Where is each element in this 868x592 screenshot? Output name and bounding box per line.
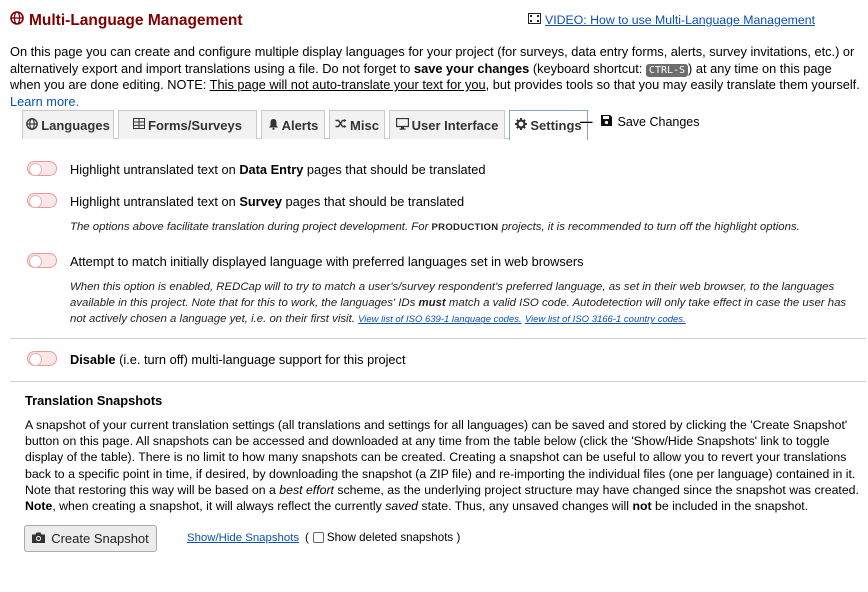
- iso-3166-link[interactable]: View list of ISO 3166-1 country codes.: [525, 314, 686, 325]
- gear-icon: [515, 118, 528, 133]
- tab-settings[interactable]: Settings: [509, 110, 588, 140]
- create-snapshot-label: Create Snapshot: [51, 531, 149, 546]
- tab-label: Misc: [350, 117, 379, 133]
- tab-label: Languages: [41, 117, 110, 133]
- option-text: (i.e. turn off) multi-language support f…: [115, 352, 406, 367]
- intro-paragraph: On this page you can create and configur…: [10, 44, 862, 110]
- show-deleted-label[interactable]: Show deleted snapshots: [327, 531, 453, 544]
- option-bold: Survey: [239, 194, 282, 209]
- tab-forms-surveys[interactable]: Forms/Surveys: [118, 110, 257, 139]
- save-changes-label: Save Changes: [617, 115, 700, 129]
- intro-note-underline: This page will not auto-translate your t…: [209, 77, 486, 92]
- toggle-highlight-survey[interactable]: [27, 193, 57, 208]
- shuffle-icon: [335, 118, 347, 132]
- tab-misc[interactable]: Misc: [329, 110, 385, 139]
- video-link[interactable]: VIDEO: How to use Multi-Language Managem…: [528, 13, 815, 27]
- note-bold: must: [418, 297, 446, 310]
- paren-close: ): [453, 531, 461, 544]
- option-highlight-survey: Highlight untranslated text on Survey pa…: [70, 194, 464, 209]
- browser-language-note: When this option is enabled, REDCap will…: [70, 279, 864, 329]
- tab-label: Settings: [530, 118, 582, 133]
- video-link-text[interactable]: VIDEO: How to use Multi-Language Managem…: [545, 13, 815, 27]
- divider: [10, 338, 866, 339]
- option-browser-language: Attempt to match initially displayed lan…: [70, 254, 584, 269]
- floppy-icon: [600, 115, 612, 129]
- save-changes-button[interactable]: — Save Changes: [580, 115, 700, 129]
- tab-label: User Interface: [411, 117, 499, 133]
- show-deleted-checkbox[interactable]: [312, 532, 324, 543]
- snapshots-text: state. Thus, any unsaved changes will: [418, 499, 633, 514]
- option-text: pages that should be translated: [282, 194, 465, 209]
- paren-open: (: [305, 531, 309, 544]
- iso-639-link[interactable]: View list of ISO 639-1 language codes.: [358, 314, 522, 325]
- intro-text: , but provides tools so that you may eas…: [485, 77, 860, 92]
- shortcut-badge: CTRL-S: [645, 63, 689, 77]
- tab-languages[interactable]: Languages: [22, 110, 114, 139]
- option-text: pages that should be translated: [303, 162, 486, 177]
- camera-icon: [32, 531, 46, 546]
- snapshots-italic: best effort: [279, 482, 334, 497]
- globe-icon: [26, 117, 39, 133]
- intro-save-bold: save your changes: [414, 60, 530, 76]
- option-disable-mlm: Disable (i.e. turn off) multi-language s…: [70, 352, 406, 367]
- snapshots-italic: saved: [385, 499, 419, 514]
- snapshots-text: , when creating a snapshot, it will alwa…: [52, 499, 386, 514]
- separator-dash: —: [580, 115, 593, 129]
- option-bold: Disable: [70, 352, 116, 367]
- note-text: projects, it is recommended to turn off …: [498, 221, 800, 233]
- toggle-disable-mlm[interactable]: [27, 351, 57, 366]
- page-title: Multi-Language Management: [10, 11, 243, 30]
- snapshots-bold: Note: [25, 499, 53, 514]
- tab-label: Forms/Surveys: [148, 117, 242, 133]
- note-text: The options above facilitate translation…: [70, 221, 432, 233]
- show-hide-snapshots-link[interactable]: Show/Hide Snapshots: [187, 532, 299, 544]
- learn-more-link[interactable]: Learn more.: [10, 94, 79, 109]
- globe-icon: [10, 11, 24, 30]
- show-deleted-snapshots: ( Show deleted snapshots ): [305, 531, 460, 544]
- tab-label: Alerts: [281, 117, 319, 133]
- page-title-text: Multi-Language Management: [29, 11, 243, 29]
- toggle-browser-language[interactable]: [27, 253, 57, 268]
- snapshots-text: scheme, as the underlying project struct…: [333, 482, 859, 497]
- film-icon: [528, 13, 541, 27]
- snapshots-description: A snapshot of your current translation s…: [25, 417, 861, 514]
- option-highlight-data-entry: Highlight untranslated text on Data Entr…: [70, 162, 485, 177]
- option-text: Highlight untranslated text on: [70, 194, 240, 209]
- table-icon: [133, 118, 146, 132]
- highlight-note: The options above facilitate translation…: [70, 219, 800, 236]
- snapshots-title: Translation Snapshots: [25, 393, 163, 408]
- snapshots-text: be included in the snapshot.: [651, 499, 809, 514]
- production-label: PRODUCTION: [431, 222, 499, 233]
- desktop-icon: [395, 117, 409, 133]
- toggle-highlight-data-entry[interactable]: [27, 161, 57, 176]
- intro-text: (keyboard shortcut:: [529, 60, 646, 76]
- bell-icon: [268, 118, 279, 133]
- divider: [10, 381, 866, 382]
- snapshots-bold: not: [632, 499, 652, 514]
- tab-alerts[interactable]: Alerts: [261, 110, 325, 139]
- create-snapshot-button[interactable]: Create Snapshot: [24, 525, 157, 552]
- tab-bar: Languages Forms/Surveys Alerts Misc User…: [22, 110, 588, 140]
- option-bold: Data Entry: [239, 162, 304, 177]
- option-text: Highlight untranslated text on: [70, 162, 240, 177]
- tab-user-interface[interactable]: User Interface: [389, 110, 505, 139]
